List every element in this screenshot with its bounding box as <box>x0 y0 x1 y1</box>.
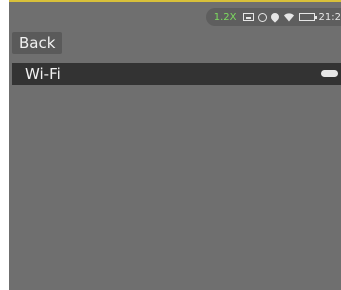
top-accent-bar <box>9 0 341 2</box>
status-clock: 21:2 <box>318 11 341 23</box>
location-icon <box>268 11 281 23</box>
wifi-signal-icon <box>283 12 295 22</box>
globe-icon <box>257 12 267 22</box>
zoom-level: 1.2X <box>213 11 237 23</box>
status-bar: 1.2X 21:2 <box>205 8 341 26</box>
screen-icon <box>242 13 254 21</box>
device-screen: 1.2X 21:2 Back Wi-Fi <box>9 0 341 290</box>
battery-icon <box>298 13 317 21</box>
wifi-setting-row[interactable]: Wi-Fi <box>12 63 341 85</box>
wifi-toggle[interactable] <box>321 70 338 77</box>
back-button[interactable]: Back <box>12 32 63 54</box>
wifi-label: Wi-Fi <box>25 65 61 83</box>
